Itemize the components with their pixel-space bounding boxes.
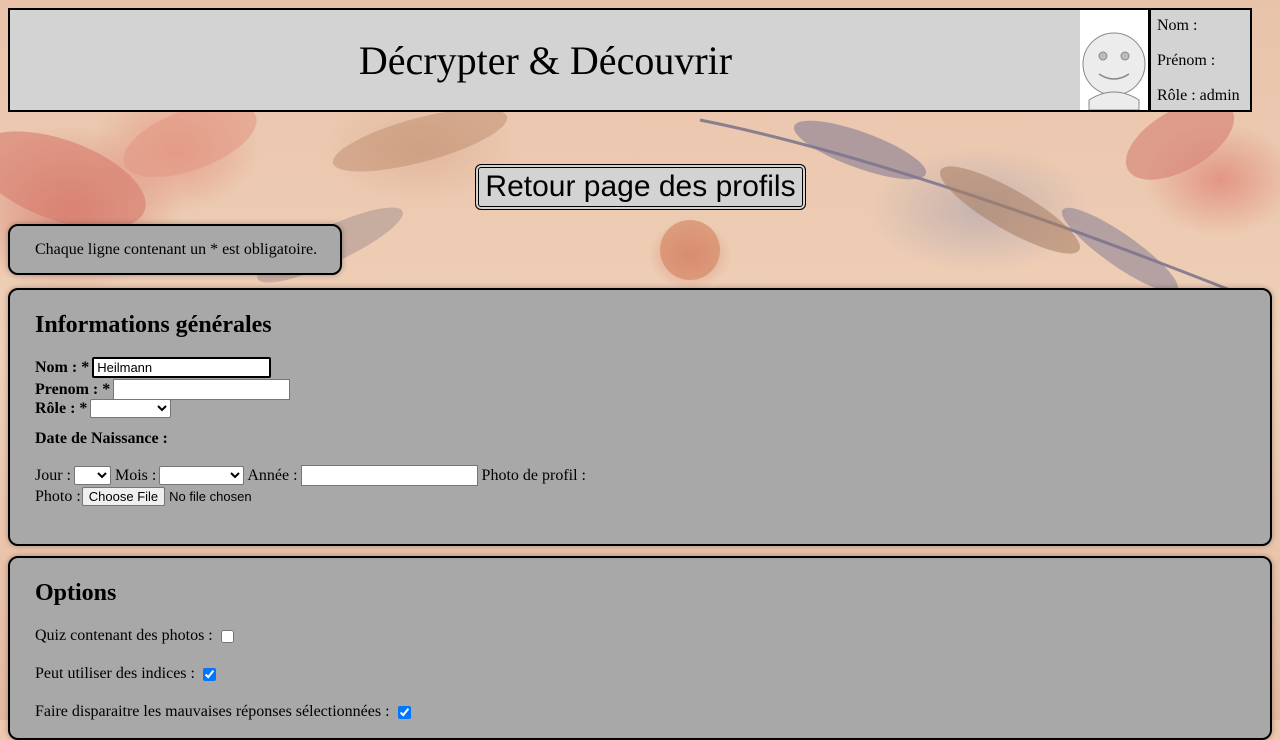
option-checkbox-photos[interactable] [220,629,234,643]
prenom-input[interactable] [113,379,291,400]
options-title: Options [35,580,117,606]
birth-date-label: Date de Naissance : [35,430,168,447]
user-role: Rôle : admin [1157,87,1240,104]
mois-label: Mois : [115,466,157,484]
jour-select[interactable] [74,466,111,485]
default-avatar-icon [1082,32,1146,110]
option-checkbox-indices[interactable] [202,667,216,681]
app-header: Décrypter & Découvrir [8,8,1083,112]
user-info-panel: Nom : Prénom : Rôle : admin [1149,8,1252,112]
option-row: Peut utiliser des indices : [35,665,216,683]
role-select[interactable] [90,399,172,418]
option-label-photos: Quiz contenant des photos : [35,627,213,644]
birth-date-row: Jour : Mois : Année : Photo de profil : [35,465,586,486]
prenom-label: Prenom : * [35,380,111,398]
required-notice: Chaque ligne contenant un * est obligato… [8,224,342,275]
annee-label: Année : [247,466,298,484]
annee-input[interactable] [300,465,478,486]
user-nom: Nom : [1157,17,1198,34]
avatar [1080,8,1150,112]
role-label: Rôle : * [35,399,88,417]
jour-label: Jour : [35,466,71,484]
birth-heading-row: Date de Naissance : [35,430,168,448]
general-info-panel: Informations générales Nom : * Prenom : … [8,288,1272,546]
options-panel: Options Quiz contenant des photos : Peut… [8,556,1272,740]
option-label-indices: Peut utiliser des indices : [35,665,195,682]
photo-label: Photo : [35,487,81,505]
general-info-title: Informations générales [35,312,272,338]
role-row: Rôle : * [35,399,172,418]
prenom-row: Prenom : * [35,379,291,400]
mois-select[interactable] [159,466,245,485]
back-to-profiles-button[interactable]: Retour page des profils [475,164,806,210]
photo-profil-label: Photo de profil : [481,466,586,484]
option-checkbox-wrong-answers[interactable] [397,705,411,719]
option-row: Faire disparaitre les mauvaises réponses… [35,703,411,721]
option-row: Quiz contenant des photos : [35,627,234,645]
photo-row: Photo : Choose File No file chosen [35,487,252,506]
nom-label: Nom : * [35,358,90,376]
choose-file-button[interactable]: Choose File [81,487,166,506]
user-prenom: Prénom : [1157,52,1216,69]
option-label-wrong-answers: Faire disparaitre les mauvaises réponses… [35,703,390,720]
no-file-text: No file chosen [169,489,252,504]
nom-input[interactable] [92,357,272,378]
nom-row: Nom : * [35,357,272,378]
app-title: Décrypter & Découvrir [358,37,733,83]
